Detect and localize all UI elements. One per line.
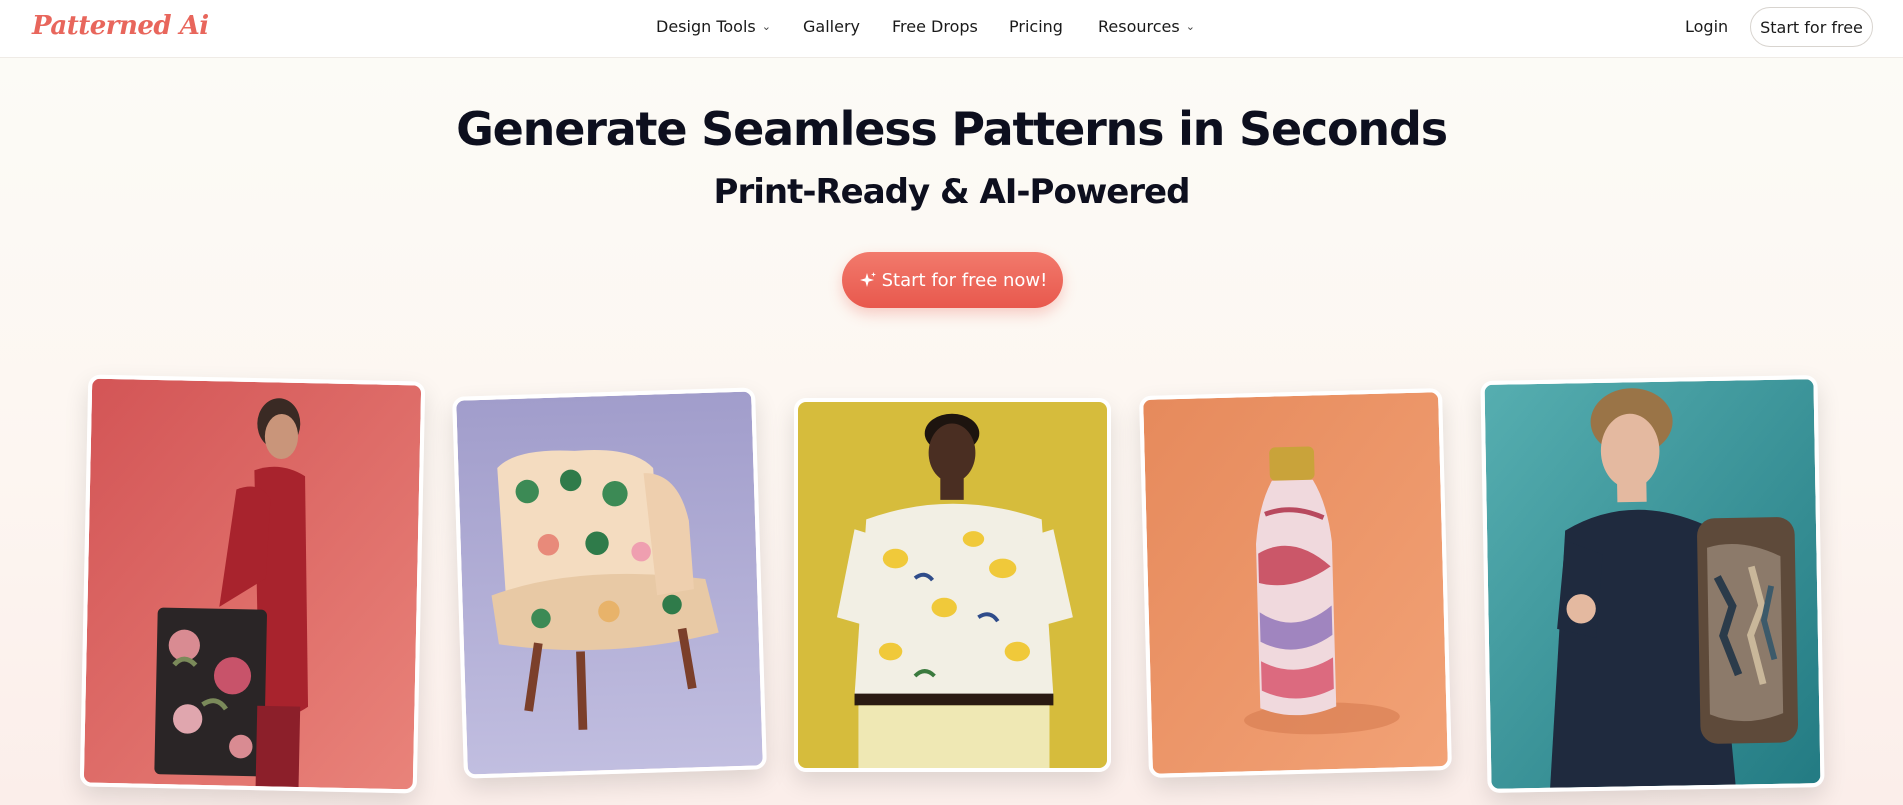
hero-title: Generate Seamless Patterns in Seconds (456, 102, 1448, 156)
showcase-card-backpack[interactable] (1480, 375, 1825, 793)
brand-logo[interactable]: Patterned Ai (32, 11, 209, 41)
nav-pricing[interactable]: Pricing (1009, 17, 1063, 36)
start-for-free-now-button[interactable]: Start for free now! (842, 252, 1063, 308)
showcase-card-armchair[interactable] (452, 387, 767, 779)
hero-subtitle: Print-Ready & AI-Powered (713, 172, 1191, 212)
bottle-photo (1143, 392, 1448, 774)
cta-label: Start for free now! (881, 269, 1048, 291)
shirt-photo (798, 402, 1107, 768)
nav-gallery[interactable]: Gallery (803, 17, 860, 36)
showcase-card-shirt[interactable] (794, 398, 1111, 772)
top-navbar: Patterned Ai Design Tools ⌄ Gallery Free… (0, 0, 1903, 58)
nav-gallery-label: Gallery (803, 17, 860, 36)
showcase-card-tote-bag[interactable] (79, 374, 426, 794)
nav-design-tools[interactable]: Design Tools ⌄ (656, 17, 771, 36)
showcase-card-bottle[interactable] (1139, 388, 1452, 778)
nav-resources-label: Resources (1098, 17, 1180, 36)
nav-resources[interactable]: Resources ⌄ (1098, 17, 1195, 36)
start-for-free-button[interactable]: Start for free (1750, 7, 1873, 47)
nav-pricing-label: Pricing (1009, 17, 1063, 36)
backpack-photo (1484, 379, 1821, 789)
sparkle-icon (859, 272, 876, 287)
chevron-down-icon: ⌄ (1185, 20, 1195, 33)
tote-bag-photo (83, 378, 422, 790)
nav-free-drops-label: Free Drops (892, 17, 978, 36)
login-link[interactable]: Login (1685, 17, 1728, 36)
armchair-photo (456, 391, 763, 775)
chevron-down-icon: ⌄ (761, 20, 771, 33)
nav-design-tools-label: Design Tools (656, 17, 756, 36)
nav-free-drops[interactable]: Free Drops (892, 17, 978, 36)
